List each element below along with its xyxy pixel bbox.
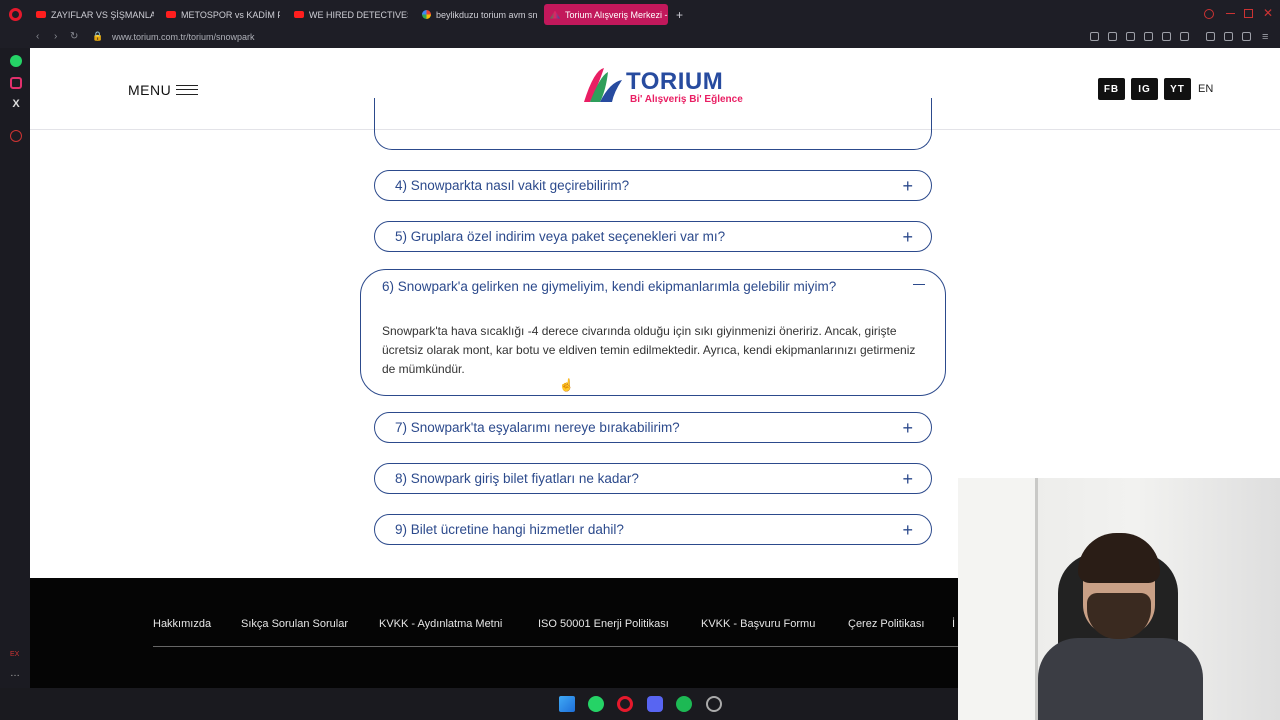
menu-icon[interactable]: ≡	[1262, 31, 1268, 43]
torium-favicon-icon	[550, 10, 560, 19]
faq-question: 8) Snowpark giriş bilet fiyatları ne kad…	[395, 471, 639, 486]
ex-icon[interactable]: EX	[10, 651, 22, 663]
tab-label: ZAYIFLAR VS ŞİŞMANLAR	[51, 9, 154, 20]
lock-icon: 🔒	[92, 31, 104, 41]
snapshot-icon[interactable]	[1108, 32, 1117, 41]
spotify-icon[interactable]	[676, 696, 692, 712]
footer-link-about[interactable]: Hakkımızda	[153, 618, 211, 630]
faq-answer: Snowpark'ta hava sıcaklığı -4 derece civ…	[382, 324, 916, 376]
youtube-button[interactable]: YT	[1164, 78, 1191, 100]
extensions-icon[interactable]	[1206, 32, 1215, 41]
tab-label: WE HIRED DETECTIVES T	[309, 9, 408, 20]
plus-icon: +	[902, 176, 913, 196]
webcam-overlay	[958, 478, 1280, 720]
instagram-button[interactable]: IG	[1131, 78, 1158, 100]
download-icon[interactable]	[1242, 32, 1251, 41]
youtube-icon	[166, 11, 176, 18]
tab-label: beylikduzu torium avm sn	[436, 9, 538, 20]
faq-question: 4) Snowparkta nasıl vakit geçirebilirim?	[395, 178, 630, 193]
faq-question: 5) Gruplara özel indirim veya paket seçe…	[395, 229, 726, 244]
search-icon[interactable]	[1204, 9, 1214, 19]
faq-item[interactable]: 9) Bilet ücretine hangi hizmetler dahil?…	[374, 514, 932, 545]
hamburger-icon	[176, 85, 199, 95]
instagram-icon[interactable]	[10, 77, 22, 89]
x-icon[interactable]: X	[10, 98, 22, 110]
whatsapp-icon[interactable]	[588, 696, 604, 712]
forward-icon[interactable]: ›	[54, 31, 57, 42]
tab-label: Torium Alışveriş Merkezi -	[565, 9, 668, 20]
address-bar: ‹ › ↻ 🔒 www.torium.com.tr/torium/snowpar…	[0, 28, 1280, 48]
new-tab-button[interactable]: +	[670, 4, 688, 25]
app-icon[interactable]	[706, 696, 722, 712]
faq-item-expanded[interactable]: 6) Snowpark'a gelirken ne giymeliyim, ke…	[360, 269, 946, 396]
faq-item-partial[interactable]	[374, 98, 932, 150]
plus-icon: +	[902, 227, 913, 247]
heart-icon[interactable]	[1180, 32, 1189, 41]
bookmark-icon[interactable]	[1090, 32, 1099, 41]
footer-link-faq[interactable]: Sıkça Sorulan Sorular	[241, 618, 348, 630]
minimize-icon[interactable]	[1226, 13, 1235, 14]
faq-item[interactable]: 5) Gruplara özel indirim veya paket seçe…	[374, 221, 932, 252]
whatsapp-icon[interactable]	[10, 55, 22, 67]
opera-logo-icon[interactable]	[9, 8, 22, 21]
url-field[interactable]: www.torium.com.tr/torium/snowpark	[112, 32, 255, 42]
discord-icon[interactable]	[647, 696, 663, 712]
faq-question: 6) Snowpark'a gelirken ne giymeliyim, ke…	[382, 279, 837, 294]
plus-icon: +	[902, 469, 913, 489]
footer-divider	[153, 646, 973, 647]
footer-link-kvkk-form[interactable]: KVKK - Başvuru Formu	[701, 618, 815, 630]
footer-link-iso[interactable]: ISO 50001 Enerji Politikası	[538, 618, 669, 630]
translate-icon[interactable]	[1144, 32, 1153, 41]
youtube-icon	[36, 11, 46, 18]
tab-3[interactable]: WE HIRED DETECTIVES T	[288, 4, 408, 25]
faq-item[interactable]: 7) Snowpark'ta eşyalarımı nereye bırakab…	[374, 412, 932, 443]
account-icon[interactable]	[1224, 32, 1233, 41]
browser-sidebar: X EX …	[0, 48, 30, 688]
minus-icon[interactable]	[913, 284, 925, 285]
menu-button[interactable]: MENU	[128, 82, 199, 98]
tab-4[interactable]: beylikduzu torium avm sn	[416, 4, 538, 25]
send-icon[interactable]	[1162, 32, 1171, 41]
reload-icon[interactable]: ↻	[70, 31, 78, 42]
language-switch[interactable]: EN	[1198, 83, 1213, 95]
back-icon[interactable]: ‹	[36, 31, 39, 42]
tab-1[interactable]: ZAYIFLAR VS ŞİŞMANLAR	[30, 4, 154, 25]
faq-question: 7) Snowpark'ta eşyalarımı nereye bırakab…	[395, 420, 680, 435]
mouse-cursor-icon: ☝	[559, 378, 574, 392]
settings-icon[interactable]	[10, 130, 22, 142]
faq-question: 9) Bilet ücretine hangi hizmetler dahil?	[395, 522, 624, 537]
close-icon[interactable]: ✕	[1263, 6, 1273, 20]
browser-tab-bar: ZAYIFLAR VS ŞİŞMANLAR METOSPOR vs KADİM …	[0, 0, 1280, 28]
tab-active[interactable]: Torium Alışveriş Merkezi -	[544, 4, 668, 25]
logo-text: TORIUM	[626, 68, 724, 95]
opera-icon[interactable]	[617, 696, 633, 712]
facebook-button[interactable]: FB	[1098, 78, 1125, 100]
tab-label: METOSPOR vs KADİM FU	[181, 9, 280, 20]
shield-icon[interactable]	[1126, 32, 1135, 41]
maximize-icon[interactable]	[1244, 9, 1253, 18]
footer-link-more[interactable]: İ	[952, 618, 955, 630]
google-icon	[422, 10, 431, 19]
footer-link-kvkk[interactable]: KVKK - Aydınlatma Metni	[379, 618, 502, 630]
plus-icon: +	[902, 520, 913, 540]
more-icon[interactable]: …	[10, 668, 22, 680]
faq-item[interactable]: 8) Snowpark giriş bilet fiyatları ne kad…	[374, 463, 932, 494]
faq-item[interactable]: 4) Snowparkta nasıl vakit geçirebilirim?…	[374, 170, 932, 201]
plus-icon: +	[902, 418, 913, 438]
tab-2[interactable]: METOSPOR vs KADİM FU	[160, 4, 280, 25]
youtube-icon	[294, 11, 304, 18]
windows-start-icon[interactable]	[559, 696, 575, 712]
menu-label: MENU	[128, 82, 172, 98]
footer-link-cookies[interactable]: Çerez Politikası	[848, 618, 924, 630]
